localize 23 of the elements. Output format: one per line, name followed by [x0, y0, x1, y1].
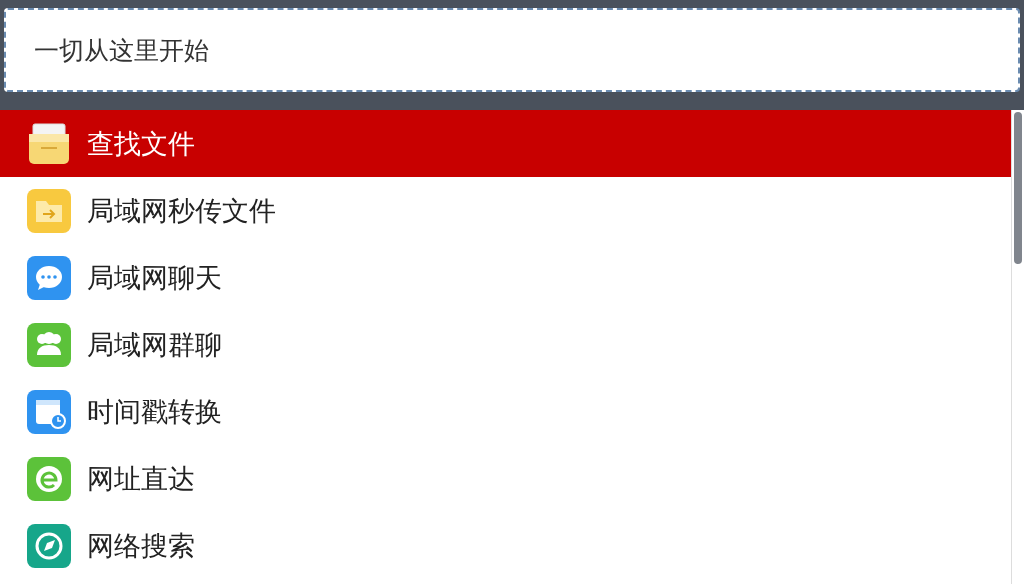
menu-item[interactable]: 时间戳转换	[0, 378, 1011, 445]
chat-icon	[27, 255, 71, 300]
calendar-clock-icon	[27, 389, 71, 434]
menu-item-label: 网络搜索	[87, 528, 195, 563]
menu-item[interactable]: 局域网聊天	[0, 244, 1011, 311]
menu-item[interactable]: 局域网群聊	[0, 311, 1011, 378]
scrollbar[interactable]	[1011, 110, 1024, 584]
menu-item[interactable]: 网址直达	[0, 445, 1011, 512]
e-logo-icon	[27, 456, 71, 501]
file-tray-icon	[27, 121, 71, 166]
menu-item[interactable]: 查找文件	[0, 110, 1011, 177]
menu-item-label: 局域网聊天	[87, 260, 222, 295]
menu-item[interactable]: 局域网秒传文件	[0, 177, 1011, 244]
menu-item-label: 网址直达	[87, 461, 195, 496]
compass-icon	[27, 523, 71, 568]
menu-item-label: 查找文件	[87, 126, 195, 161]
menu-item[interactable]: 网络搜索	[0, 512, 1011, 579]
group-icon	[27, 322, 71, 367]
search-field[interactable]: 一切从这里开始	[4, 8, 1020, 92]
scrollbar-thumb[interactable]	[1014, 112, 1022, 264]
menu-item-label: 时间戳转换	[87, 394, 222, 429]
menu-item-label: 局域网秒传文件	[87, 193, 276, 228]
menu-item-label: 局域网群聊	[87, 327, 222, 362]
